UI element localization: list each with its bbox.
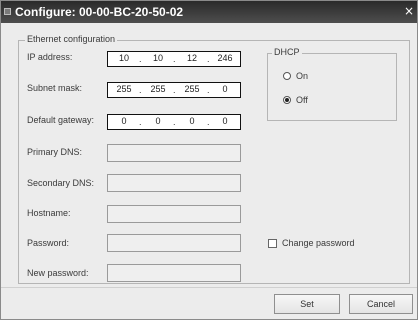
password-label: Password: xyxy=(27,238,70,248)
ethernet-config-group-label: Ethernet configuration xyxy=(25,34,118,44)
subnet-mask-label: Subnet mask: xyxy=(27,83,83,93)
gateway-octet-1[interactable]: 0 xyxy=(111,116,137,126)
secondary-dns-label: Secondary DNS: xyxy=(27,178,95,188)
ip-dot: . xyxy=(207,54,210,64)
cancel-button[interactable]: Cancel xyxy=(349,294,413,314)
default-gateway-label: Default gateway: xyxy=(27,115,95,125)
dhcp-off-label[interactable]: Off xyxy=(296,95,308,105)
change-password-checkbox[interactable] xyxy=(268,239,277,248)
subnet-octet-3[interactable]: 255 xyxy=(179,84,205,94)
dhcp-on-label[interactable]: On xyxy=(296,71,308,81)
ip-octet-4[interactable]: 246 xyxy=(212,53,238,63)
subnet-mask-field[interactable]: 255 . 255 . 255 . 0 xyxy=(107,82,241,98)
close-icon[interactable]: × xyxy=(403,5,415,18)
password-field[interactable] xyxy=(107,234,241,252)
gateway-octet-3[interactable]: 0 xyxy=(179,116,205,126)
ip-octet-2[interactable]: 10 xyxy=(145,53,171,63)
default-gateway-field[interactable]: 0 . 0 . 0 . 0 xyxy=(107,114,241,130)
hostname-field[interactable] xyxy=(107,205,241,223)
title-bar[interactable]: Configure: 00-00-BC-20-50-02 × xyxy=(1,1,417,23)
window-title: Configure: 00-00-BC-20-50-02 xyxy=(15,5,184,19)
set-button[interactable]: Set xyxy=(274,294,340,314)
dhcp-off-radio[interactable] xyxy=(283,96,291,104)
app-icon xyxy=(4,8,11,15)
change-password-label[interactable]: Change password xyxy=(282,238,355,248)
gateway-dot: . xyxy=(139,117,142,127)
new-password-field[interactable] xyxy=(107,264,241,282)
secondary-dns-field[interactable] xyxy=(107,174,241,192)
subnet-dot: . xyxy=(139,85,142,95)
dhcp-on-radio[interactable] xyxy=(283,72,291,80)
ip-address-field[interactable]: 10 . 10 . 12 . 246 xyxy=(107,51,241,67)
subnet-octet-4[interactable]: 0 xyxy=(212,84,238,94)
subnet-octet-1[interactable]: 255 xyxy=(111,84,137,94)
dhcp-group: DHCP xyxy=(267,47,397,121)
gateway-octet-4[interactable]: 0 xyxy=(212,116,238,126)
ip-dot: . xyxy=(139,54,142,64)
dhcp-group-label: DHCP xyxy=(272,47,302,57)
footer-divider xyxy=(1,287,417,288)
ip-octet-1[interactable]: 10 xyxy=(111,53,137,63)
hostname-label: Hostname: xyxy=(27,208,71,218)
gateway-dot: . xyxy=(173,117,176,127)
new-password-label: New password: xyxy=(27,268,89,278)
gateway-dot: . xyxy=(207,117,210,127)
ip-dot: . xyxy=(173,54,176,64)
gateway-octet-2[interactable]: 0 xyxy=(145,116,171,126)
primary-dns-field[interactable] xyxy=(107,144,241,162)
configure-dialog: Configure: 00-00-BC-20-50-02 × Ethernet … xyxy=(0,0,418,320)
ip-address-label: IP address: xyxy=(27,52,73,62)
subnet-dot: . xyxy=(207,85,210,95)
subnet-octet-2[interactable]: 255 xyxy=(145,84,171,94)
subnet-dot: . xyxy=(173,85,176,95)
ip-octet-3[interactable]: 12 xyxy=(179,53,205,63)
primary-dns-label: Primary DNS: xyxy=(27,147,83,157)
